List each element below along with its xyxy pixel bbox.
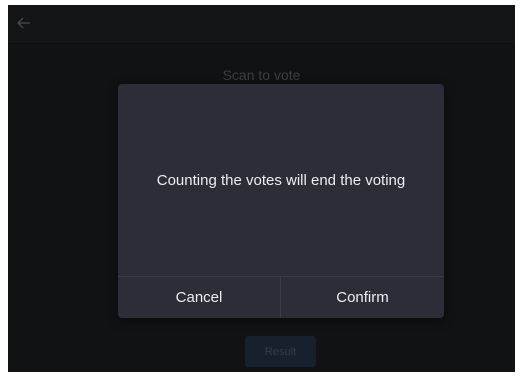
confirm-button[interactable]: Confirm <box>281 277 444 318</box>
confirm-dialog: Counting the votes will end the voting C… <box>118 84 444 318</box>
cancel-button[interactable]: Cancel <box>118 277 280 318</box>
dialog-message: Counting the votes will end the voting <box>156 171 406 189</box>
app-screen: Scan to vote Result Counting the votes w… <box>8 5 515 372</box>
